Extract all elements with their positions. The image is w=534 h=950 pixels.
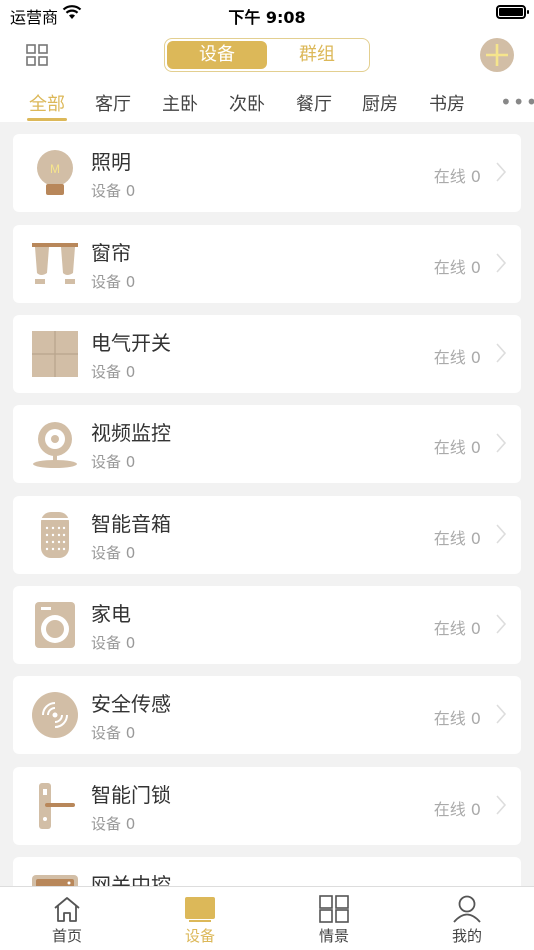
chevron-right-icon	[496, 343, 507, 363]
bottom-tab-devices[interactable]: 设备	[165, 895, 235, 946]
category-title: 照明	[91, 150, 131, 174]
tab-master-bedroom[interactable]: 主卧	[162, 90, 198, 116]
online-count: 在线 0	[433, 438, 481, 457]
category-card-gateway[interactable]: 网关中控	[13, 857, 521, 886]
online-count: 在线 0	[433, 619, 481, 638]
category-card-lighting[interactable]: M 照明 设备 0 在线 0	[13, 134, 521, 212]
category-card-curtain[interactable]: 窗帘 设备 0 在线 0	[13, 225, 521, 303]
device-count: 设备 0	[91, 453, 136, 471]
device-count: 设备 0	[91, 363, 136, 381]
tab-dining-room[interactable]: 餐厅	[296, 90, 332, 116]
segment-control: 设备 群组	[164, 38, 370, 72]
nav-bar: 设备 群组	[0, 28, 534, 82]
online-count: 在线 0	[433, 258, 481, 277]
category-title: 安全传感	[91, 692, 171, 716]
status-bar: 运营商 下午 9:08	[0, 0, 534, 28]
battery-icon	[496, 5, 529, 19]
chevron-right-icon	[496, 524, 507, 544]
more-icon[interactable]: •••	[500, 90, 534, 114]
chevron-right-icon	[496, 614, 507, 634]
online-count: 在线 0	[433, 800, 481, 819]
bottom-tab-label: 情景	[318, 927, 349, 945]
category-title: 窗帘	[91, 241, 131, 265]
curtain-icon	[32, 243, 78, 284]
device-count: 设备 0	[91, 815, 136, 833]
tab-study[interactable]: 书房	[429, 90, 465, 116]
appliance-icon	[35, 602, 75, 648]
room-tabs: 全部 客厅 主卧 次卧 餐厅 厨房 书房 •••	[0, 82, 534, 122]
clock: 下午 9:08	[228, 8, 306, 27]
category-title: 智能门锁	[91, 783, 171, 807]
tab-all[interactable]: 全部	[29, 90, 65, 116]
chevron-right-icon	[496, 253, 507, 273]
tab-living-room[interactable]: 客厅	[95, 90, 131, 116]
tab-kitchen[interactable]: 厨房	[362, 90, 398, 116]
category-title: 家电	[91, 602, 131, 626]
online-count: 在线 0	[433, 529, 481, 548]
home-icon	[54, 897, 80, 922]
bulb-icon: M	[37, 150, 73, 195]
active-tab-indicator	[27, 118, 67, 121]
device-icon	[185, 897, 215, 922]
device-count: 设备 0	[91, 273, 136, 291]
grid-view-icon[interactable]	[26, 44, 48, 66]
profile-icon	[453, 895, 481, 923]
online-count: 在线 0	[433, 167, 481, 186]
category-card-camera[interactable]: 视频监控 设备 0 在线 0	[13, 405, 521, 483]
category-title: 电气开关	[91, 331, 171, 355]
device-count: 设备 0	[91, 182, 136, 200]
segment-groups[interactable]: 群组	[267, 41, 367, 69]
bottom-tab-profile[interactable]: 我的	[432, 895, 502, 946]
tab-second-bedroom[interactable]: 次卧	[229, 90, 265, 116]
category-title: 视频监控	[91, 421, 171, 445]
chevron-right-icon	[496, 704, 507, 724]
bottom-tab-home[interactable]: 首页	[32, 895, 102, 946]
speaker-icon	[41, 512, 69, 558]
device-count: 设备 0	[91, 544, 136, 562]
scene-icon	[319, 895, 349, 923]
category-card-switch[interactable]: 电气开关 设备 0 在线 0	[13, 315, 521, 393]
online-count: 在线 0	[433, 709, 481, 728]
online-count: 在线 0	[433, 348, 481, 367]
bottom-tab-label: 设备	[184, 927, 215, 945]
camera-icon	[33, 422, 77, 468]
bottom-tab-label: 首页	[51, 927, 82, 945]
category-card-door-lock[interactable]: 智能门锁 设备 0 在线 0	[13, 767, 521, 845]
sensor-icon	[32, 692, 78, 738]
svg-text:M: M	[50, 162, 60, 176]
bottom-tab-label: 我的	[451, 927, 482, 945]
add-icon[interactable]	[480, 38, 514, 72]
bottom-tab-scenes[interactable]: 情景	[299, 895, 369, 946]
segment-devices[interactable]: 设备	[167, 41, 267, 69]
bottom-tab-bar: 首页 设备 情景 我的	[0, 886, 534, 950]
category-card-sensor[interactable]: 安全传感 设备 0 在线 0	[13, 676, 521, 754]
chevron-right-icon	[496, 795, 507, 815]
category-card-speaker[interactable]: 智能音箱 设备 0 在线 0	[13, 496, 521, 574]
chevron-right-icon	[496, 433, 507, 453]
category-list: M 照明 设备 0 在线 0 窗帘 设备 0 在线 0 电气开关 设备 0 在线…	[0, 122, 534, 886]
category-card-appliance[interactable]: 家电 设备 0 在线 0	[13, 586, 521, 664]
gateway-icon	[32, 875, 78, 886]
device-count: 设备 0	[91, 634, 136, 652]
switch-icon	[32, 331, 78, 377]
category-title: 网关中控	[91, 873, 171, 886]
chevron-right-icon	[496, 162, 507, 182]
device-count: 设备 0	[91, 724, 136, 742]
door-lock-icon	[39, 783, 75, 829]
category-title: 智能音箱	[91, 512, 171, 536]
